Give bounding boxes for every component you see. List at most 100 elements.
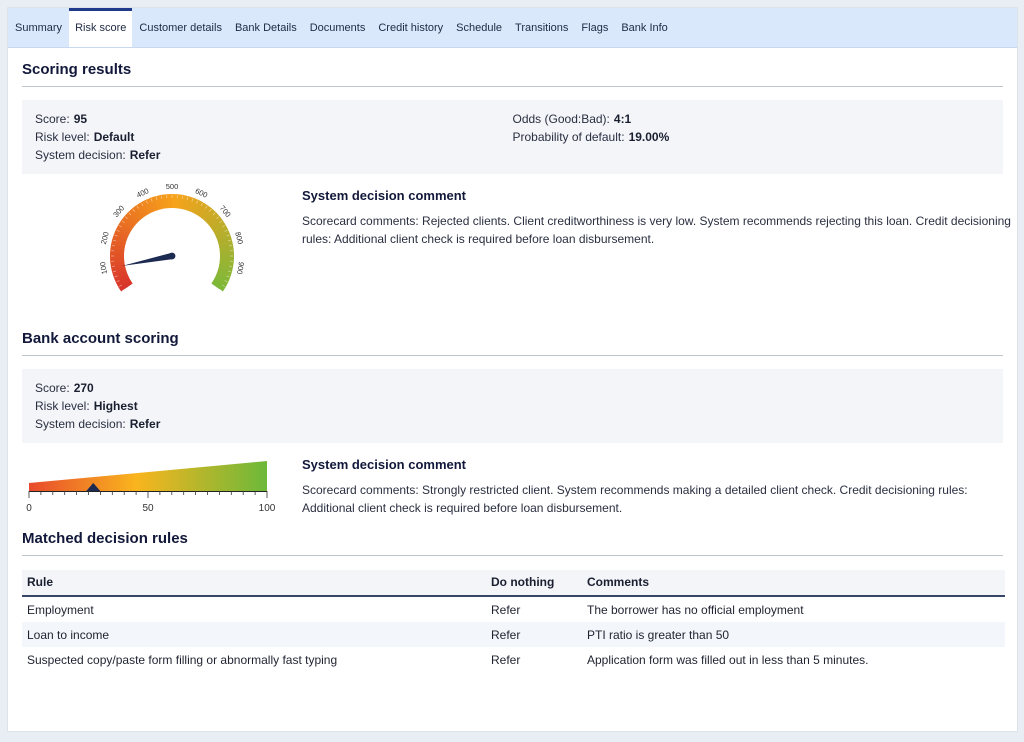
gauge-arc-segment — [201, 206, 214, 221]
scoring-comment-title: System decision comment — [302, 188, 466, 203]
scale-tick-label: 0 — [26, 503, 32, 514]
bank-risk-level-row: Risk level: Highest — [35, 397, 990, 415]
gauge-arc-segment — [185, 196, 195, 212]
scoring-results-title: Scoring results — [22, 48, 1003, 87]
gauge-arc-segment — [114, 273, 130, 284]
gauge-arc-segment — [121, 215, 136, 228]
score-gauge: 100200300400 500 600700800900 — [98, 182, 246, 292]
rule-cell: Employment — [27, 603, 94, 617]
gauge-needle-hub — [168, 252, 176, 260]
gauge-tick-label: 800 — [233, 231, 245, 245]
probability-default-label: Probability of default: — [512, 130, 625, 144]
action-cell: Refer — [486, 622, 582, 647]
system-decision-label: System decision: — [35, 148, 126, 162]
odds-value: 4:1 — [613, 112, 632, 126]
tab-flags[interactable]: Flags — [575, 8, 614, 47]
tab-risk-score[interactable]: Risk score — [69, 8, 133, 47]
gauge-arc-segment — [110, 260, 125, 267]
system-decision-row: System decision: Refer — [35, 146, 513, 164]
column-do-nothing[interactable]: Do nothing — [486, 570, 582, 597]
gauge-arc-segment — [198, 204, 211, 219]
bank-comment-title: System decision comment — [302, 457, 466, 472]
scale-wedge — [29, 461, 267, 491]
tab-documents[interactable]: Documents — [304, 8, 372, 47]
bank-risk-level-label: Risk level: — [35, 399, 90, 413]
gauge-arc-segment — [212, 223, 228, 235]
bank-score-row: Score: 270 — [35, 379, 990, 397]
gauge-arc-segment — [124, 212, 138, 226]
matched-rules-title: Matched decision rules — [22, 528, 1003, 556]
gauge-arc-segment — [141, 199, 153, 215]
column-comments[interactable]: Comments — [582, 570, 1005, 597]
gauge-arc-segment — [111, 267, 127, 276]
tab-schedule[interactable]: Schedule — [450, 8, 508, 47]
scale-tick-label: 50 — [142, 503, 154, 514]
gauge-arc-segment — [216, 231, 231, 241]
gauge-arc-segment — [208, 216, 223, 229]
gauge-arc-segment — [111, 239, 126, 248]
gauge-tick-label: 200 — [99, 231, 111, 245]
gauge-arc-segment — [214, 227, 230, 238]
gauge-arc-segment — [113, 230, 129, 241]
gauge-arc-segment — [178, 194, 187, 210]
probability-default-value: 19.00% — [628, 130, 670, 144]
odds-label: Odds (Good:Bad): — [512, 112, 610, 126]
gauge-arc-segment — [118, 280, 133, 292]
table-header-row: Rule Do nothing Comments — [22, 570, 1005, 597]
gauge-arc-segment — [154, 195, 163, 211]
tab-bank-info[interactable]: Bank Info — [615, 8, 673, 47]
gauge-arc-segment — [112, 235, 127, 244]
rule-cell: Loan to income — [22, 622, 486, 647]
score-row: Score: 95 — [35, 110, 513, 128]
bank-score-scale: 0 50 100 — [26, 461, 276, 514]
matched-rules-table: Rule Do nothing Comments Employment Refe… — [22, 570, 1005, 672]
table-row[interactable]: Employment Refer The borrower has no off… — [22, 596, 1005, 622]
tab-bank-details[interactable]: Bank Details — [229, 8, 303, 47]
table-row[interactable]: Suspected copy/paste form filling or abn… — [22, 647, 1005, 672]
gauge-arc-segment — [219, 244, 234, 252]
gauge-arc-segment — [217, 235, 233, 245]
bank-comment-text: Scorecard comments: Strongly restricted … — [302, 483, 968, 515]
gauge-tick-label: 300 — [111, 204, 126, 219]
tab-bar: Summary Risk score Customer details Bank… — [8, 8, 1017, 48]
gauge-arc-segment — [149, 196, 159, 212]
gauge-arc-segment — [212, 277, 228, 289]
gauge-needle — [121, 252, 173, 266]
bank-summary-panel: Score: 270 Risk level: Highest System deci… — [22, 369, 1003, 443]
tab-credit-history[interactable]: Credit history — [372, 8, 449, 47]
comment-cell: The borrower has no official employment — [587, 603, 804, 617]
comment-cell: Application form was filled out in less … — [587, 653, 869, 667]
comment-cell: PTI ratio is greater than 50 — [582, 622, 1005, 647]
gauge-arc-segment — [182, 195, 191, 211]
gauge-arc-segment — [206, 212, 220, 226]
action-cell: Refer — [491, 653, 521, 667]
gauge-arc-segment — [119, 219, 134, 231]
scale-tick-label: 100 — [259, 503, 276, 514]
gauge-tick-label: 500 — [166, 182, 179, 191]
tab-customer-details[interactable]: Customer details — [133, 8, 228, 47]
bank-system-decision-row: System decision: Refer — [35, 415, 990, 433]
gauge-arc-segment — [216, 271, 231, 281]
app-window: Summary Risk score Customer details Bank… — [7, 7, 1018, 732]
tab-summary[interactable]: Summary — [9, 8, 68, 47]
gauge-arc-segment — [217, 267, 233, 277]
gauge-arc-segment — [195, 201, 207, 217]
system-decision-value: Refer — [129, 148, 161, 162]
gauge-arc-segment — [203, 209, 217, 223]
gauge-arc-segment — [110, 263, 126, 272]
probability-default-row: Probability of default: 19.00% — [513, 128, 991, 146]
gauge-arc-segment — [127, 209, 141, 223]
odds-row: Odds (Good:Bad): 4:1 — [513, 110, 991, 128]
bank-risk-level-value: Highest — [93, 399, 138, 413]
risk-level-value: Default — [93, 130, 135, 144]
table-row[interactable]: Loan to income Refer PTI ratio is greate… — [22, 622, 1005, 647]
column-rule[interactable]: Rule — [22, 570, 486, 597]
tab-transitions[interactable]: Transitions — [509, 8, 574, 47]
gauge-arc-segment — [189, 198, 199, 213]
scoring-detail-area: 100 200 300 400 500 600 700 800 900 System decis… — [22, 174, 1011, 324]
gauge-arc-segment — [218, 264, 234, 272]
gauge-arc-segment — [175, 194, 182, 209]
bank-comment-block: System decision comment Scorecard commen… — [302, 457, 1022, 517]
scoring-summary-panel: Score: 95 Risk level: Default System decis… — [22, 100, 1003, 174]
gauge-tick-label: 900 — [235, 261, 246, 275]
